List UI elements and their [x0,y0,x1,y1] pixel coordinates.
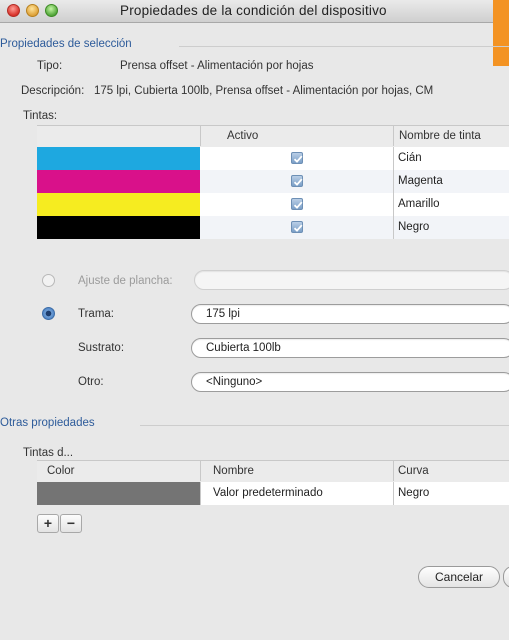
close-window-button[interactable] [7,4,20,17]
column-header-color[interactable]: Color [47,465,74,477]
color-swatch [37,482,200,505]
title-bar: Propiedades de la condición del disposit… [0,0,509,23]
ink-name: Negro [398,221,430,233]
other-properties-heading: Otras propiedades [0,417,95,429]
column-divider [393,461,394,481]
ink-swatch-cyan [37,147,200,170]
inks-table-header: Activo Nombre de tinta [37,125,509,148]
tipo-value: Prensa offset - Alimentación por hojas [120,60,314,72]
dialog-window: Propiedades de la condición del disposit… [0,0,509,640]
sustrato-label: Sustrato: [78,342,125,354]
trama-radio[interactable] [42,307,55,320]
otro-label: Otro: [78,376,104,388]
ink-swatch-black [37,216,200,239]
ok-button-partial[interactable] [503,566,509,588]
column-divider [393,482,394,505]
active-checkbox[interactable] [291,198,303,210]
otro-field[interactable]: <Ninguno> [191,372,509,392]
ink-name: Magenta [398,175,443,187]
tipo-label: Tipo: [37,60,63,72]
ink-name: Amarillo [398,198,440,210]
active-checkbox[interactable] [291,152,303,164]
column-divider [393,126,394,146]
column-divider [200,461,201,481]
tintas-de-label: Tintas d... [23,447,74,459]
window-title: Propiedades de la condición del disposit… [120,3,387,18]
section-divider [179,46,509,47]
column-header-activo[interactable]: Activo [227,130,258,142]
zoom-window-button[interactable] [45,4,58,17]
tintas-label: Tintas: [23,110,58,122]
ink-name: Cián [398,152,422,164]
ajuste-plancha-field[interactable] [194,270,509,290]
descripcion-label: Descripción: [21,85,85,97]
add-button[interactable]: + [37,514,59,533]
descripcion-value: 175 lpi, Cubierta 100lb, Prensa offset -… [94,85,434,97]
column-divider [393,147,394,239]
ajuste-plancha-radio[interactable] [42,274,55,287]
column-header-nombre[interactable]: Nombre [213,465,254,477]
column-header-curva[interactable]: Curva [398,465,429,477]
ajuste-plancha-label: Ajuste de plancha: [78,275,173,287]
row-curva: Negro [398,487,430,499]
sustrato-field[interactable]: Cubierta 100lb [191,338,509,358]
trama-label: Trama: [78,308,114,320]
ink-swatch-yellow [37,193,200,216]
other-table-header: Color Nombre Curva [37,460,509,483]
orange-marker [493,0,509,66]
remove-button[interactable]: − [60,514,82,533]
column-divider [200,482,201,505]
active-checkbox[interactable] [291,175,303,187]
column-divider [200,126,201,146]
column-header-nombre-tinta[interactable]: Nombre de tinta [399,130,481,142]
selection-properties-heading: Propiedades de selección [0,38,132,50]
ink-swatch-magenta [37,170,200,193]
active-checkbox[interactable] [291,221,303,233]
cancel-button[interactable]: Cancelar [418,566,500,588]
minimize-window-button[interactable] [26,4,39,17]
trama-field[interactable]: 175 lpi [191,304,509,324]
section-divider [140,425,509,426]
row-name: Valor predeterminado [213,487,323,499]
